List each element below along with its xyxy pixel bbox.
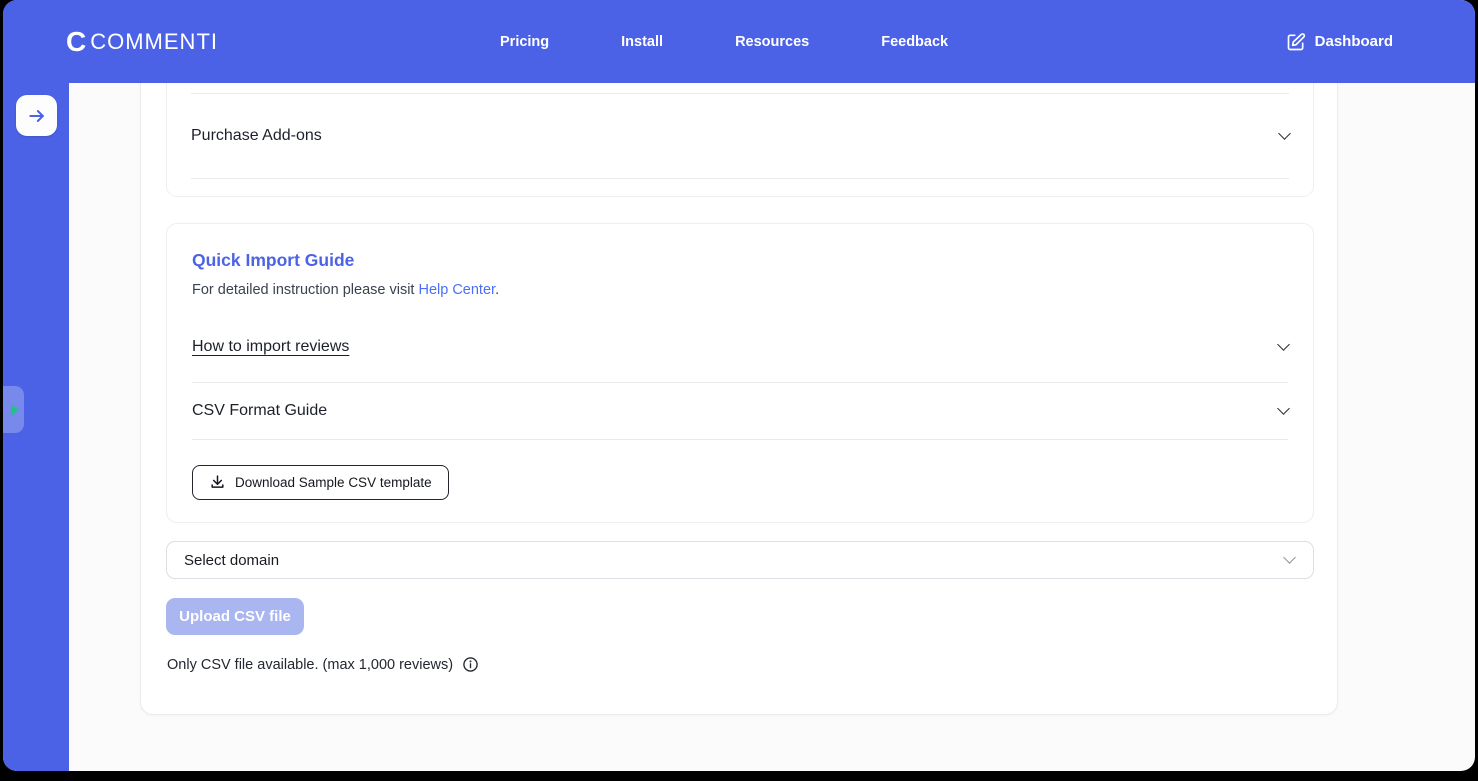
nav-item-feedback[interactable]: Feedback [881, 34, 948, 50]
upload-note-text: Only CSV file available. (max 1,000 revi… [167, 656, 454, 673]
edit-square-icon [1286, 32, 1306, 52]
divider [192, 439, 1288, 440]
chevron-down-icon [1278, 126, 1291, 140]
accordion-label: How to import reviews [192, 338, 350, 355]
dashboard-button[interactable]: Dashboard [1286, 0, 1393, 83]
top-navbar: C COMMENTI Pricing Install Resources Fee… [3, 0, 1475, 83]
accordion-how-to-import[interactable]: How to import reviews [192, 312, 1290, 382]
guide-subtitle: For detailed instruction please visit He… [192, 282, 499, 298]
help-center-link[interactable]: Help Center [418, 282, 495, 298]
chevron-down-icon [1277, 338, 1290, 351]
domain-select[interactable]: Select domain [166, 541, 1314, 579]
guide-subtitle-period: . [495, 282, 500, 298]
import-page-card: Purchase Add-ons Quick Import Guide For … [140, 40, 1338, 715]
feedback-widget-tab[interactable] [3, 386, 24, 433]
accordion-csv-format-guide[interactable]: CSV Format Guide [192, 382, 1290, 439]
guide-subtitle-text: For detailed instruction please visit [192, 282, 419, 298]
domain-select-value: Select domain [184, 551, 280, 569]
logo[interactable]: C COMMENTI [66, 0, 218, 83]
download-icon [209, 474, 226, 491]
nav-item-install[interactable]: Install [621, 34, 663, 50]
logo-mark: C [66, 25, 87, 57]
app-window: Purchase Add-ons Quick Import Guide For … [3, 0, 1475, 771]
play-triangle-icon [10, 403, 19, 416]
main-nav: Pricing Install Resources Feedback [500, 0, 948, 83]
logo-text: COMMENTI [90, 28, 218, 54]
info-icon[interactable] [462, 656, 479, 673]
accordion-label: Purchase Add-ons [191, 126, 322, 144]
download-button-label: Download Sample CSV template [235, 475, 432, 490]
upload-csv-button[interactable]: Upload CSV file [166, 598, 304, 635]
dashboard-button-label: Dashboard [1314, 33, 1393, 50]
arrow-right-icon [27, 106, 47, 126]
divider [191, 178, 1289, 179]
guide-title: Quick Import Guide [192, 250, 355, 270]
sidebar-expand-button[interactable] [16, 95, 57, 136]
nav-item-pricing[interactable]: Pricing [500, 34, 549, 50]
nav-item-resources[interactable]: Resources [735, 34, 809, 50]
download-sample-csv-button[interactable]: Download Sample CSV template [192, 465, 449, 500]
upload-note: Only CSV file available. (max 1,000 revi… [167, 656, 479, 673]
quick-import-guide-card: Quick Import Guide For detailed instruct… [166, 223, 1314, 523]
accordion-label: CSV Format Guide [192, 401, 328, 419]
chevron-down-icon [1283, 551, 1296, 564]
accordion-purchase-addons[interactable]: Purchase Add-ons [191, 93, 1291, 178]
chevron-down-icon [1277, 401, 1290, 415]
